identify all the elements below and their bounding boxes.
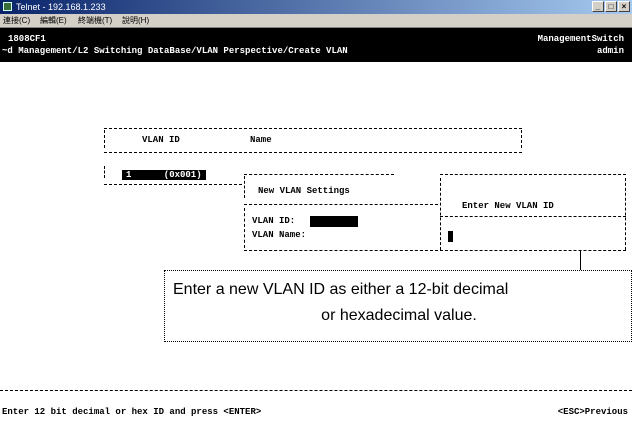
callout-line-1: Enter a new VLAN ID as either a 12-bit d… (173, 281, 509, 298)
footer-divider (0, 390, 632, 391)
window-controls: _ □ × (592, 1, 630, 12)
device-id: 1808CF1 (8, 34, 46, 44)
menu-edit[interactable]: 編輯(E) (40, 15, 67, 26)
minimize-button[interactable]: _ (592, 1, 604, 12)
table-bottom-border (104, 184, 242, 185)
status-prompt: Enter 12 bit decimal or hex ID and press… (2, 407, 262, 417)
close-button[interactable]: × (618, 1, 630, 12)
window-title: Telnet - 192.168.1.233 (16, 2, 106, 12)
menu-path: ~d Management/L2 Switching DataBase/VLAN… (2, 46, 348, 56)
menu-connect[interactable]: 連接(C) (3, 15, 30, 26)
vlan-id-input[interactable] (310, 216, 358, 227)
table-left-border (104, 130, 105, 148)
prompt-bottom-border (440, 250, 626, 251)
table-top-border (104, 128, 522, 129)
prompt-title: Enter New VLAN ID (462, 201, 554, 211)
settings-title-divider (244, 204, 438, 205)
menu-bar: 連接(C) 編輯(E) 終端機(T) 說明(H) (0, 14, 632, 28)
callout-line-2: or hexadecimal value. (321, 307, 477, 324)
settings-panel-title: New VLAN Settings (258, 186, 350, 196)
vlan-name-label: VLAN Name: (252, 230, 307, 240)
prompt-top-border (440, 174, 626, 175)
settings-left-border (244, 176, 245, 198)
switch-name: ManagementSwitch (537, 34, 624, 44)
column-header-vlan-id: VLAN ID (142, 135, 180, 145)
table-row-vlan-1[interactable]: 1 (0x001) (122, 170, 206, 180)
settings-bottom-border (244, 250, 438, 251)
row-left-border (104, 166, 105, 178)
maximize-button[interactable]: □ (605, 1, 617, 12)
menu-terminal[interactable]: 終端機(T) (78, 15, 112, 26)
telnet-app-icon (3, 2, 12, 11)
settings-left-border-2 (244, 208, 245, 248)
table-header-divider (104, 152, 522, 153)
column-header-name: Name (250, 135, 272, 145)
instruction-callout: Enter a new VLAN ID as either a 12-bit d… (164, 270, 632, 342)
settings-top-border (244, 174, 394, 175)
menu-help[interactable]: 說明(H) (122, 15, 149, 26)
prompt-divider (440, 216, 626, 217)
table-right-border (521, 130, 522, 148)
esc-previous-hint[interactable]: <ESC>Previous (558, 407, 628, 417)
vlan-id-label: VLAN ID: (252, 216, 296, 226)
prompt-left-border (440, 178, 441, 250)
text-cursor[interactable] (448, 231, 453, 242)
user-name: admin (596, 46, 624, 56)
window-title-bar: Telnet - 192.168.1.233 _ □ × (0, 0, 632, 14)
terminal-header: 1808CF1 ManagementSwitch ~d Management/L… (0, 28, 632, 62)
prompt-right-border (625, 178, 626, 250)
terminal-screen[interactable]: 1808CF1 ManagementSwitch ~d Management/L… (0, 28, 632, 432)
